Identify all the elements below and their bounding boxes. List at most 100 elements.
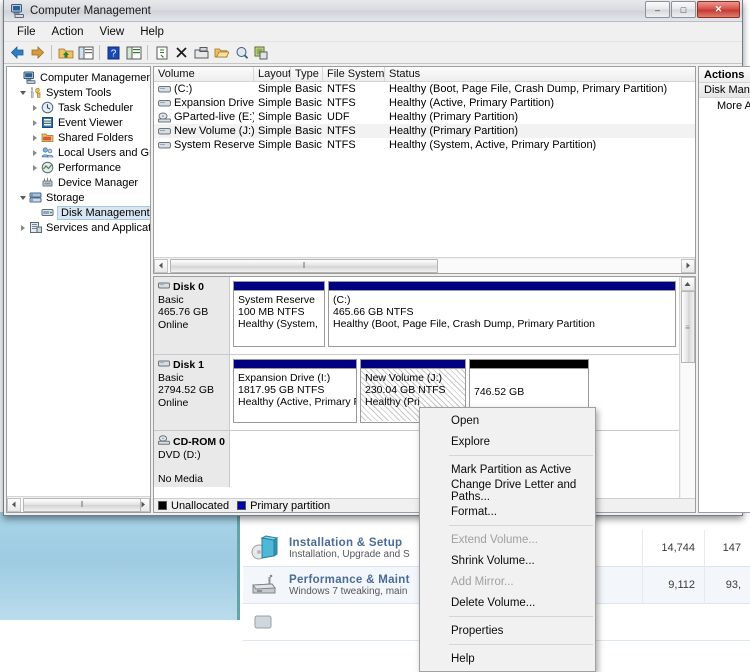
tree-expander[interactable] <box>17 195 28 200</box>
close-button[interactable]: ✕ <box>697 1 740 18</box>
tree-item-shared-folders[interactable]: Shared Folders <box>9 130 150 145</box>
partition-expansion-drive[interactable]: Expansion Drive (I:) 1817.95 GB NTFS Hea… <box>233 359 357 423</box>
context-menu-item-explore[interactable]: Explore <box>420 431 595 452</box>
window-titlebar[interactable]: Computer Management – □ ✕ <box>4 0 742 22</box>
column-header-type[interactable]: Type <box>291 67 323 81</box>
disk-row[interactable]: Disk 1 Basic 2794.52 GB Online Expansion… <box>154 355 679 431</box>
disk-size-spacer <box>158 461 226 473</box>
column-header-volume[interactable]: Volume <box>154 67 254 81</box>
properties-page-icon[interactable] <box>192 43 211 62</box>
refresh-icon[interactable] <box>252 43 271 62</box>
menu-view[interactable]: View <box>92 24 133 40</box>
context-menu-item-shrink-volume[interactable]: Shrink Volume... <box>420 550 595 571</box>
partition-status: Healthy (Active, Primary Part <box>238 396 356 408</box>
context-menu-item-format[interactable]: Format... <box>420 501 595 522</box>
table-row[interactable]: GParted-live (E:) Simple Basic UDF Healt… <box>154 110 695 124</box>
tree-item-label: Computer Management (Local <box>40 71 150 84</box>
scroll-track[interactable]: ≡ <box>680 291 695 498</box>
tree-item-disk-management[interactable]: Disk Management <box>9 205 150 220</box>
volume-list-horizontal-scrollbar[interactable]: ‖ <box>154 257 695 273</box>
tree-expander[interactable] <box>17 224 28 231</box>
scroll-track[interactable]: ‖ <box>168 258 681 273</box>
scroll-up-button[interactable] <box>680 277 695 291</box>
tree-item-local-users-and-groups[interactable]: Local Users and Groups <box>9 145 150 160</box>
tree-item-computer-management[interactable]: Computer Management (Local <box>9 70 150 85</box>
tree-expander[interactable] <box>29 149 40 156</box>
menubar: File Action View Help <box>4 22 742 42</box>
tree-item-performance[interactable]: Performance <box>9 160 150 175</box>
actions-group-disk-management[interactable]: Disk Management <box>699 83 750 98</box>
tree-item-task-scheduler[interactable]: Task Scheduler <box>9 100 150 115</box>
menu-action[interactable]: Action <box>44 24 92 40</box>
disk-info-panel[interactable]: CD-ROM 0 DVD (D:) No Media <box>154 431 230 487</box>
disk-info-panel[interactable]: Disk 1 Basic 2794.52 GB Online <box>154 355 230 430</box>
partition-system-reserved[interactable]: System Reserve 100 MB NTFS Healthy (Syst… <box>233 281 325 347</box>
toolbar-separator <box>51 45 52 60</box>
tree-expander[interactable] <box>29 164 40 171</box>
scroll-thumb[interactable]: ‖ <box>170 258 438 273</box>
context-menu-item-help[interactable]: Help <box>420 648 595 669</box>
scroll-left-button[interactable] <box>7 497 21 512</box>
rescan-disks-icon[interactable] <box>232 43 251 62</box>
computer-management-icon <box>10 3 25 18</box>
context-menu-item-mark-partition-as-active[interactable]: Mark Partition as Active <box>420 459 595 480</box>
table-row[interactable]: New Volume (J:) Simple Basic NTFS Health… <box>154 124 695 138</box>
scroll-right-button[interactable] <box>681 258 695 273</box>
up-folder-icon[interactable] <box>56 43 75 62</box>
context-menu-item-open[interactable]: Open <box>420 410 595 431</box>
menu-file[interactable]: File <box>9 24 44 40</box>
table-row[interactable]: Expansion Drive (I:) Simple Basic NTFS H… <box>154 96 695 110</box>
tree-item-services-and-applications[interactable]: Services and Applications <box>9 220 150 235</box>
tree-expander[interactable] <box>29 134 40 141</box>
menu-help[interactable]: Help <box>132 24 172 40</box>
volume-filesystem: UDF <box>327 111 350 123</box>
partition-c-drive[interactable]: (C:) 465.66 GB NTFS Healthy (Boot, Page … <box>328 281 676 347</box>
scroll-thumb[interactable]: ≡ <box>680 291 695 363</box>
maximize-button[interactable]: □ <box>671 1 696 18</box>
tree-item-device-manager[interactable]: Device Manager <box>9 175 150 190</box>
toolbar-separator <box>99 45 100 60</box>
disk-info-panel[interactable]: Disk 0 Basic 465.76 GB Online <box>154 277 230 354</box>
action-more-actions[interactable]: More Actions <box>699 98 750 114</box>
column-header-file-system[interactable]: File System <box>323 67 385 81</box>
disk-size: 465.76 GB <box>158 306 209 318</box>
help-icon[interactable]: ? <box>104 43 123 62</box>
tree-item-storage[interactable]: Storage <box>9 190 150 205</box>
table-row[interactable]: System Reserved Simple Basic NTFS Health… <box>154 138 695 152</box>
scroll-left-button[interactable] <box>154 258 168 273</box>
column-header-status[interactable]: Status <box>385 67 695 81</box>
tree-horizontal-scrollbar[interactable]: ‖ <box>7 496 150 512</box>
partition-status: Healthy (Boot, Page File, Crash Dump, Pr… <box>333 318 596 330</box>
tree-expander[interactable] <box>29 104 40 111</box>
context-menu-item-delete-volume[interactable]: Delete Volume... <box>420 592 595 613</box>
table-row[interactable]: (C:) Simple Basic NTFS Healthy (Boot, Pa… <box>154 82 695 96</box>
window-title: Computer Management <box>30 4 151 17</box>
performance-icon <box>40 161 55 174</box>
show-hide-console-tree-icon[interactable] <box>76 43 95 62</box>
show-hide-action-pane-icon[interactable] <box>124 43 143 62</box>
context-menu-item-change-drive-letter-and-paths[interactable]: Change Drive Letter and Paths... <box>420 479 595 503</box>
tree-expander[interactable] <box>17 90 28 95</box>
volume-type: Basic <box>295 125 322 137</box>
column-header-layout[interactable]: Layout <box>254 67 291 81</box>
minimize-button[interactable]: – <box>645 1 670 18</box>
tree-item-system-tools[interactable]: System Tools <box>9 85 150 100</box>
scroll-thumb[interactable]: ‖ <box>23 497 141 512</box>
tree-expander[interactable] <box>29 119 40 126</box>
legend-swatch-primary <box>237 501 247 510</box>
properties-icon[interactable] <box>152 43 171 62</box>
context-menu-item-properties[interactable]: Properties <box>420 620 595 641</box>
open-folder-icon[interactable] <box>212 43 231 62</box>
disk-row[interactable]: CD-ROM 0 DVD (D:) No Media <box>154 431 679 487</box>
partition-size: 100 MB NTFS <box>238 306 305 318</box>
forward-icon[interactable] <box>28 43 47 62</box>
disk-state: Online <box>158 396 189 409</box>
back-icon[interactable] <box>8 43 27 62</box>
delete-icon[interactable] <box>172 43 191 62</box>
tree-item-event-viewer[interactable]: Event Viewer <box>9 115 150 130</box>
scroll-track[interactable]: ‖ <box>21 497 141 512</box>
actions-group-label: Disk Management <box>704 84 750 96</box>
disk-view-vertical-scrollbar[interactable]: ≡ <box>679 277 695 512</box>
tree-item-label: Task Scheduler <box>58 101 134 114</box>
disk-row[interactable]: Disk 0 Basic 465.76 GB Online System Res… <box>154 277 679 355</box>
